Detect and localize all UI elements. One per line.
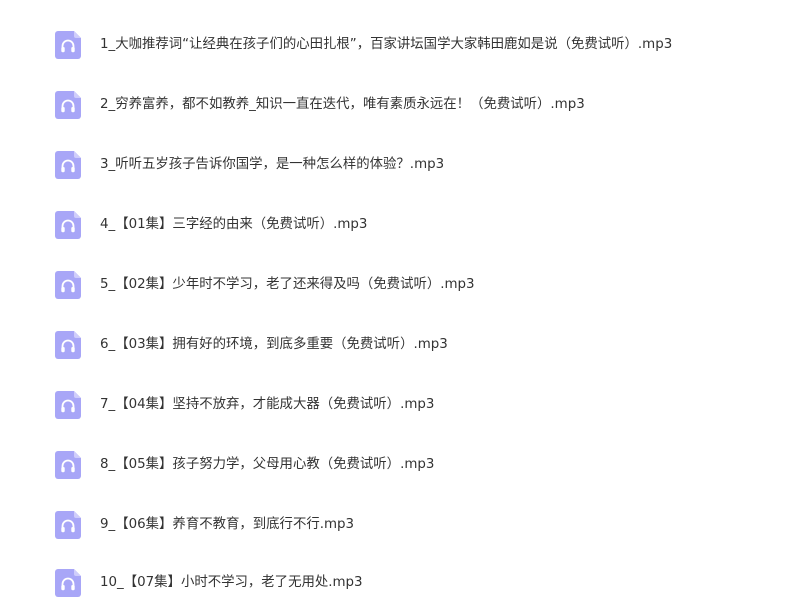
file-name[interactable]: 10_【07集】小时不学习，老了无用处.mp3 [100, 553, 363, 613]
file-row[interactable]: 9_【06集】养育不教育，到底行不行.mp3 [0, 495, 807, 555]
audio-file-icon [55, 391, 81, 419]
file-row[interactable]: 4_【01集】三字经的由来（免费试听）.mp3 [0, 195, 807, 255]
file-name[interactable]: 1_大咖推荐词“让经典在孩子们的心田扎根”，百家讲坛国学大家韩田鹿如是说（免费试… [100, 15, 672, 75]
audio-file-icon [55, 331, 81, 359]
file-row[interactable]: 8_【05集】孩子努力学，父母用心教（免费试听）.mp3 [0, 435, 807, 495]
audio-file-icon [55, 91, 81, 119]
file-name[interactable]: 9_【06集】养育不教育，到底行不行.mp3 [100, 495, 354, 555]
audio-file-list: 1_大咖推荐词“让经典在孩子们的心田扎根”，百家讲坛国学大家韩田鹿如是说（免费试… [0, 0, 807, 613]
file-name[interactable]: 2_穷养富养，都不如教养_知识一直在迭代，唯有素质永远在！（免费试听）.mp3 [100, 75, 585, 135]
audio-file-icon [55, 569, 81, 597]
file-name[interactable]: 3_听听五岁孩子告诉你国学，是一种怎么样的体验？.mp3 [100, 135, 444, 195]
file-name[interactable]: 8_【05集】孩子努力学，父母用心教（免费试听）.mp3 [100, 435, 434, 495]
file-row[interactable]: 7_【04集】坚持不放弃，才能成大器（免费试听）.mp3 [0, 375, 807, 435]
file-name[interactable]: 5_【02集】少年时不学习，老了还来得及吗（免费试听）.mp3 [100, 255, 475, 315]
file-name[interactable]: 7_【04集】坚持不放弃，才能成大器（免费试听）.mp3 [100, 375, 434, 435]
file-row[interactable]: 3_听听五岁孩子告诉你国学，是一种怎么样的体验？.mp3 [0, 135, 807, 195]
audio-file-icon [55, 211, 81, 239]
audio-file-icon [55, 451, 81, 479]
audio-file-icon [55, 151, 81, 179]
file-name[interactable]: 4_【01集】三字经的由来（免费试听）.mp3 [100, 195, 367, 255]
audio-file-icon [55, 511, 81, 539]
audio-file-icon [55, 271, 81, 299]
file-row[interactable]: 10_【07集】小时不学习，老了无用处.mp3 [0, 553, 807, 613]
file-row[interactable]: 5_【02集】少年时不学习，老了还来得及吗（免费试听）.mp3 [0, 255, 807, 315]
file-name[interactable]: 6_【03集】拥有好的环境，到底多重要（免费试听）.mp3 [100, 315, 448, 375]
file-row[interactable]: 2_穷养富养，都不如教养_知识一直在迭代，唯有素质永远在！（免费试听）.mp3 [0, 75, 807, 135]
file-row[interactable]: 1_大咖推荐词“让经典在孩子们的心田扎根”，百家讲坛国学大家韩田鹿如是说（免费试… [0, 15, 807, 75]
file-row[interactable]: 6_【03集】拥有好的环境，到底多重要（免费试听）.mp3 [0, 315, 807, 375]
audio-file-icon [55, 31, 81, 59]
